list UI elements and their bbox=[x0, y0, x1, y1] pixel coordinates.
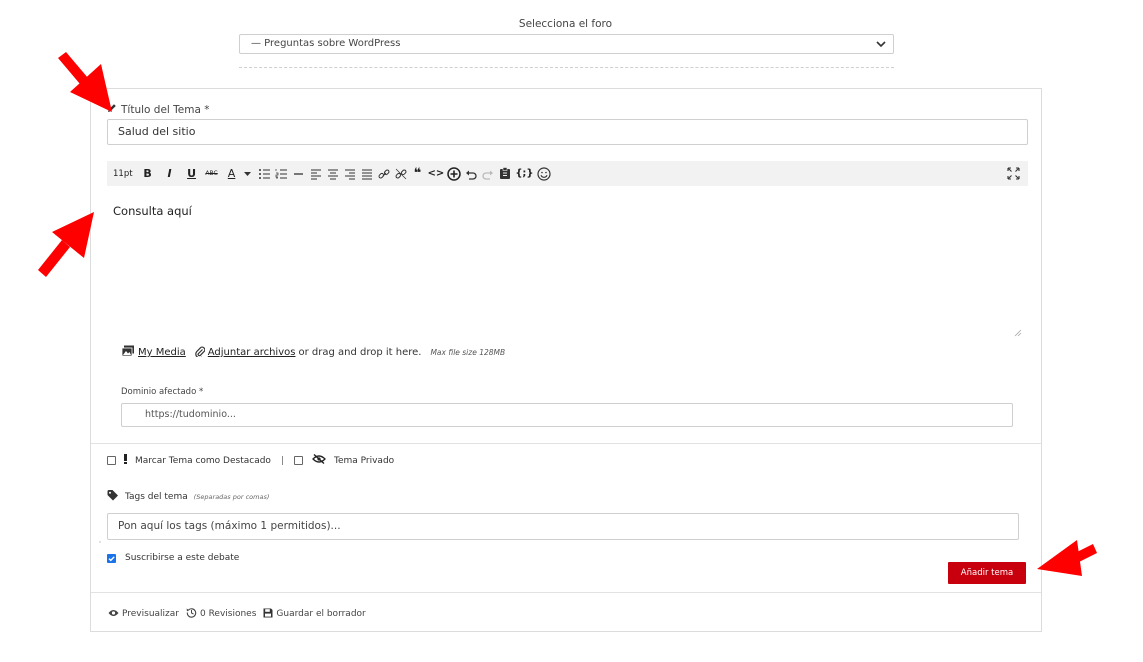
underline-button[interactable]: U bbox=[185, 164, 199, 184]
numbered-list-icon[interactable] bbox=[275, 164, 289, 184]
forum-select[interactable]: — Preguntas sobre WordPress bbox=[239, 34, 894, 54]
fullscreen-icon[interactable] bbox=[1007, 165, 1020, 184]
tags-label: Tags del tema (Separadas por comas) bbox=[107, 490, 269, 504]
topic-title-label: Título del Tema * bbox=[107, 103, 210, 116]
featured-checkbox[interactable] bbox=[107, 456, 116, 465]
chevron-down-icon bbox=[875, 35, 887, 53]
bold-button[interactable]: B bbox=[141, 164, 155, 184]
attach-files-link[interactable]: Adjuntar archivos bbox=[208, 347, 296, 358]
italic-button[interactable]: I bbox=[163, 164, 177, 184]
checkmark-icon bbox=[108, 555, 115, 561]
drop-text: or drag and drop it here. bbox=[298, 347, 422, 358]
topic-title-input[interactable]: Salud del sitio bbox=[107, 119, 1028, 145]
exclamation-icon bbox=[124, 454, 127, 467]
forum-select-value: — Preguntas sobre WordPress bbox=[251, 38, 401, 49]
domain-input[interactable]: https://tudominio... bbox=[121, 403, 1013, 427]
paste-icon[interactable] bbox=[498, 164, 512, 184]
preview-label: Previsualizar bbox=[122, 609, 179, 619]
featured-label: Marcar Tema como Destacado bbox=[135, 455, 271, 466]
bullet-list-icon[interactable] bbox=[258, 164, 272, 184]
text-color-button[interactable]: A bbox=[225, 164, 239, 184]
topic-options-row: Marcar Tema como Destacado | Tema Privad… bbox=[107, 453, 395, 467]
unlink-icon[interactable] bbox=[394, 164, 408, 184]
align-justify-icon[interactable] bbox=[360, 164, 374, 184]
shortcode-button[interactable]: {;} bbox=[515, 164, 533, 184]
editor-content-text: Consulta aquí bbox=[113, 204, 192, 218]
tags-hint: (Separadas por comas) bbox=[193, 493, 270, 501]
emoji-icon[interactable] bbox=[536, 164, 551, 184]
link-icon[interactable] bbox=[377, 164, 391, 184]
font-size-button[interactable]: 11pt bbox=[113, 164, 133, 184]
revisions-label: 0 Revisiones bbox=[199, 609, 257, 619]
media-upload-row: My Media Adjuntar archivos or drag and d… bbox=[121, 345, 505, 360]
add-topic-button[interactable]: Añadir tema bbox=[948, 562, 1026, 584]
history-icon bbox=[186, 607, 197, 621]
private-checkbox[interactable] bbox=[293, 456, 303, 465]
media-gallery-icon bbox=[121, 345, 135, 360]
tags-label-text: Tags del tema bbox=[125, 492, 188, 502]
max-file-size: Max file size 128MB bbox=[430, 348, 506, 357]
save-icon bbox=[263, 608, 273, 621]
private-label: Tema Privado bbox=[333, 455, 395, 466]
tag-icon bbox=[107, 490, 119, 504]
code-button[interactable]: <> bbox=[428, 164, 445, 184]
blockquote-button[interactable]: ❝ bbox=[411, 164, 425, 184]
footer-divider bbox=[91, 592, 1041, 593]
revisions-button[interactable]: 0 Revisiones bbox=[186, 607, 256, 621]
form-footer: Previsualizar 0 Revisiones Guardar el bo… bbox=[108, 607, 370, 621]
annotation-arrow-editor bbox=[38, 212, 94, 277]
editor-content-area[interactable] bbox=[107, 186, 1028, 332]
redo-icon[interactable] bbox=[481, 164, 495, 184]
eye-icon bbox=[108, 609, 119, 620]
eye-slash-icon bbox=[312, 453, 326, 467]
paperclip-icon bbox=[195, 346, 206, 360]
domain-label: Dominio afectado * bbox=[121, 387, 204, 397]
editor-toolbar: 11pt B I U ABC A ❝ <> {;} bbox=[107, 161, 1028, 186]
pencil-icon bbox=[107, 103, 117, 116]
preview-button[interactable]: Previsualizar bbox=[108, 609, 179, 620]
tags-input[interactable]: Pon aquí los tags (máximo 1 permitidos).… bbox=[107, 513, 1019, 540]
subscribe-row: Suscribirse a este debate bbox=[107, 553, 239, 563]
save-draft-label: Guardar el borrador bbox=[276, 609, 366, 619]
section-divider bbox=[91, 443, 1041, 444]
subscribe-checkbox[interactable] bbox=[107, 553, 116, 563]
align-center-icon[interactable] bbox=[326, 164, 340, 184]
horizontal-line-icon[interactable] bbox=[292, 164, 306, 184]
decorative-dot bbox=[99, 541, 101, 543]
forum-divider bbox=[239, 67, 894, 68]
my-media-link[interactable]: My Media bbox=[138, 347, 186, 358]
strikethrough-button[interactable]: ABC bbox=[205, 164, 219, 184]
subscribe-label: Suscribirse a este debate bbox=[125, 553, 240, 563]
text-color-dropdown-icon[interactable] bbox=[241, 164, 255, 184]
annotation-arrow-submit bbox=[1037, 540, 1097, 576]
align-right-icon[interactable] bbox=[343, 164, 357, 184]
insert-plus-icon[interactable] bbox=[447, 164, 462, 184]
forum-select-label: Selecciona el foro bbox=[518, 18, 613, 30]
topic-title-label-text: Título del Tema * bbox=[121, 103, 210, 116]
resize-handle-icon[interactable] bbox=[1014, 322, 1022, 341]
undo-icon[interactable] bbox=[464, 164, 478, 184]
align-left-icon[interactable] bbox=[309, 164, 323, 184]
save-draft-button[interactable]: Guardar el borrador bbox=[263, 608, 366, 621]
options-separator: | bbox=[280, 455, 284, 466]
